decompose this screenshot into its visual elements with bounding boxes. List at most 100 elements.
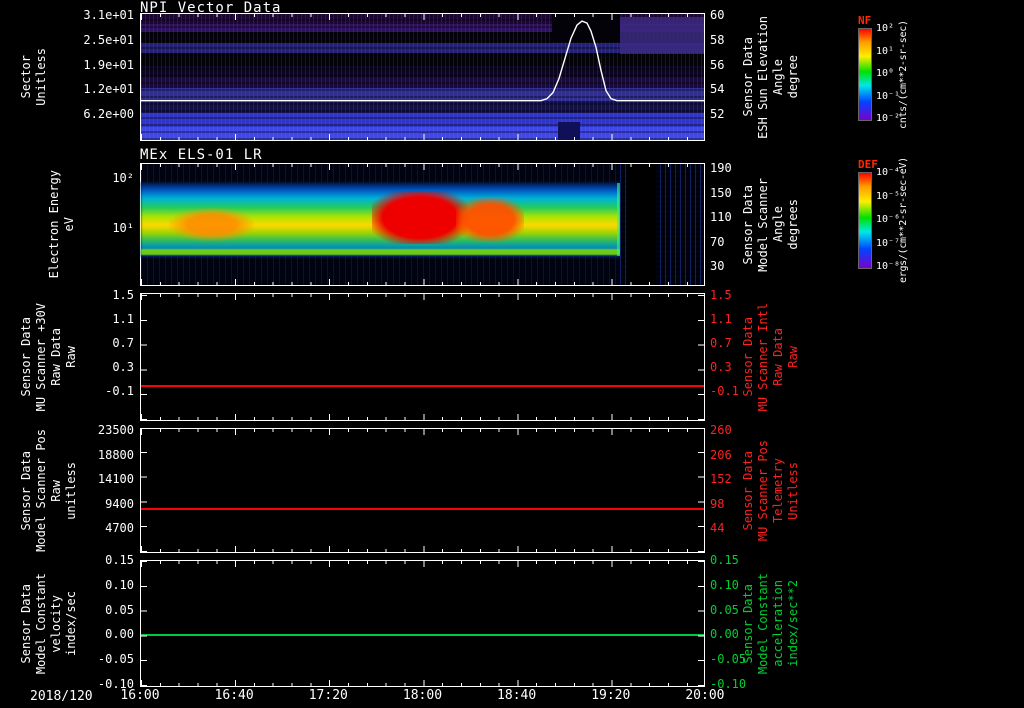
- tick-label: 10⁻¹: [876, 90, 901, 102]
- axis-label-line: Telemetry: [771, 457, 785, 524]
- panel3-line-plot: [140, 293, 705, 421]
- panel5-line-plot: [140, 560, 705, 687]
- axis-label-line: Angle: [771, 206, 785, 243]
- axis-label-line: Sensor Data: [741, 450, 755, 531]
- colorbar2-units: ergs/(cm**2-sr-sec-eV): [898, 157, 909, 283]
- constant-value-line-green: [141, 634, 704, 637]
- tick-label: 16:40: [214, 688, 254, 703]
- axis-label-line: Raw Data: [49, 328, 63, 386]
- tick-label: 10⁻⁶: [876, 214, 901, 225]
- axis-label-line: acceleration: [771, 580, 785, 667]
- x-axis-tick-labels: 16:00 16:40 17:20 18:00 18:40 19:20 20:00: [118, 689, 727, 703]
- panel2-title: MEx ELS-01 LR: [140, 147, 263, 163]
- tick-label: 3.1e+01: [83, 8, 134, 22]
- science-plot-page: NPI Vector Data MEx ELS-01 LR Sector Unit…: [0, 0, 1024, 708]
- axis-label-line: MU Scanner +30V: [34, 302, 48, 412]
- intense-flux-blob: [371, 190, 468, 244]
- tick-label: 6.2e+00: [83, 107, 134, 121]
- axis-label-line: Sensor Data: [19, 583, 33, 664]
- x-tick-marks: [141, 294, 704, 300]
- intense-flux-blob: [456, 197, 524, 242]
- tick-label: 10⁻⁵: [876, 190, 901, 202]
- x-minor-tick-marks: [141, 294, 704, 297]
- axis-label-line: Sensor Data: [741, 184, 755, 265]
- x-minor-tick-marks: [141, 683, 704, 686]
- tick-label: 1.2e+01: [83, 82, 134, 97]
- tick-label: 18:40: [497, 688, 537, 703]
- axis-label-line: Model Scanner Pos: [34, 429, 48, 552]
- tick-label: 0.10: [105, 577, 134, 592]
- tick-label: 16:00: [120, 688, 160, 703]
- panel2-left-ticks: 10² 10¹: [68, 172, 134, 234]
- low-energy-strip: [141, 248, 620, 255]
- panel4-right-axis-label: Sensor Data MU Scanner Pos Telemetry Unitle…: [741, 428, 800, 553]
- axis-label-line: Model Constant: [34, 572, 48, 675]
- tick-label: 10²: [876, 23, 895, 34]
- tick-label: 0.00: [105, 627, 134, 642]
- panel5-right-axis-label: Sensor Data Model Constant acceleration ind…: [741, 560, 800, 687]
- constant-value-line-red: [141, 507, 704, 510]
- axis-label-line: Unitless: [786, 461, 800, 520]
- x-tick-marks: [141, 546, 704, 552]
- tick-label: 4700: [105, 521, 134, 535]
- axis-label-line: Model Constant: [756, 572, 770, 675]
- tick-label: 1.1: [112, 312, 134, 326]
- panel5-left-ticks: 0.15 0.10 0.05 0.00 -0.05 -0.10: [68, 554, 134, 690]
- tick-label: 14100: [97, 472, 134, 486]
- x-tick-marks: [141, 429, 704, 435]
- tick-label: 10⁰: [876, 68, 895, 79]
- tick-label: 0.05: [105, 602, 134, 617]
- tick-label: 1.9e+01: [83, 57, 134, 72]
- transition-edge: [616, 183, 621, 256]
- x-tick-marks: [141, 561, 704, 567]
- tick-label: 0.7: [112, 336, 134, 350]
- axis-label-line: ESH Sun Elevation: [756, 15, 770, 139]
- tick-label: 10¹: [876, 45, 895, 57]
- tick-label: 18:00: [402, 688, 443, 703]
- flux-enhancement: [169, 207, 254, 242]
- axis-label-line: MU Scanner Intl: [756, 302, 770, 412]
- x-minor-tick-marks: [141, 549, 704, 552]
- tick-label: 18800: [97, 447, 134, 462]
- axis-label-line: Sector: [19, 55, 33, 99]
- axis-label-line: Raw: [49, 479, 63, 502]
- y-tick-marks: [698, 561, 704, 686]
- axis-label-line: degree: [786, 55, 800, 99]
- colorbar2-title: DEF: [858, 158, 878, 171]
- axis-label-line: Unitless: [34, 48, 48, 106]
- tick-label: 10⁻⁸: [876, 261, 901, 272]
- axis-label-line: Model Scanner: [756, 177, 770, 272]
- tick-label: 1.5: [112, 288, 134, 302]
- tick-label: 0.15: [105, 553, 134, 567]
- panel2-spectrogram: [140, 163, 705, 286]
- panel2-right-axis-label: Sensor Data Model Scanner Angle degrees: [741, 163, 800, 286]
- tick-label: 20:00: [685, 688, 725, 703]
- tick-label: 0.3: [112, 360, 134, 374]
- panel3-right-axis-label: Sensor Data MU Scanner Intl Raw Data Raw: [741, 293, 800, 421]
- x-tick-marks: [141, 680, 704, 686]
- tick-label: 10⁻⁷: [876, 237, 901, 249]
- axis-label-line: Sensor Data: [19, 450, 33, 531]
- tick-label: 10⁻²: [876, 113, 901, 124]
- tick-label: 17:20: [308, 688, 348, 703]
- colorbar1: [858, 28, 872, 121]
- tick-label: 10²: [112, 171, 134, 185]
- panel4-left-ticks: 23500 18800 14100 9400 4700: [68, 424, 134, 534]
- tick-label: 9400: [105, 496, 134, 511]
- axis-label-line: MU Scanner Pos: [756, 439, 770, 542]
- y-tick-marks: [141, 429, 147, 552]
- colorbar1-units: cnts/(cm**2-sr-sec): [898, 20, 909, 130]
- y-tick-marks: [141, 294, 147, 420]
- panel1-spectrogram: [140, 13, 705, 141]
- date-label: 2018/120: [30, 689, 93, 704]
- axis-label-line: Sensor Data: [741, 583, 755, 664]
- axis-label-line: Sensor Data: [741, 37, 755, 117]
- axis-label-line: Angle: [771, 58, 785, 96]
- panel1-right-axis-label: Sensor Data ESH Sun Elevation Angle degree: [741, 13, 800, 141]
- panel1-left-ticks: 3.1e+01 2.5e+01 1.9e+01 1.2e+01 6.2e+00: [68, 9, 134, 120]
- x-minor-tick-marks: [141, 429, 704, 432]
- axis-label-line: index/sec**2: [786, 580, 800, 667]
- data-gap: [627, 164, 657, 285]
- tick-label: 2.5e+01: [83, 32, 134, 47]
- colorbar2-ticks: 10⁻⁴ 10⁻⁵ 10⁻⁶ 10⁻⁷ 10⁻⁸: [876, 168, 918, 272]
